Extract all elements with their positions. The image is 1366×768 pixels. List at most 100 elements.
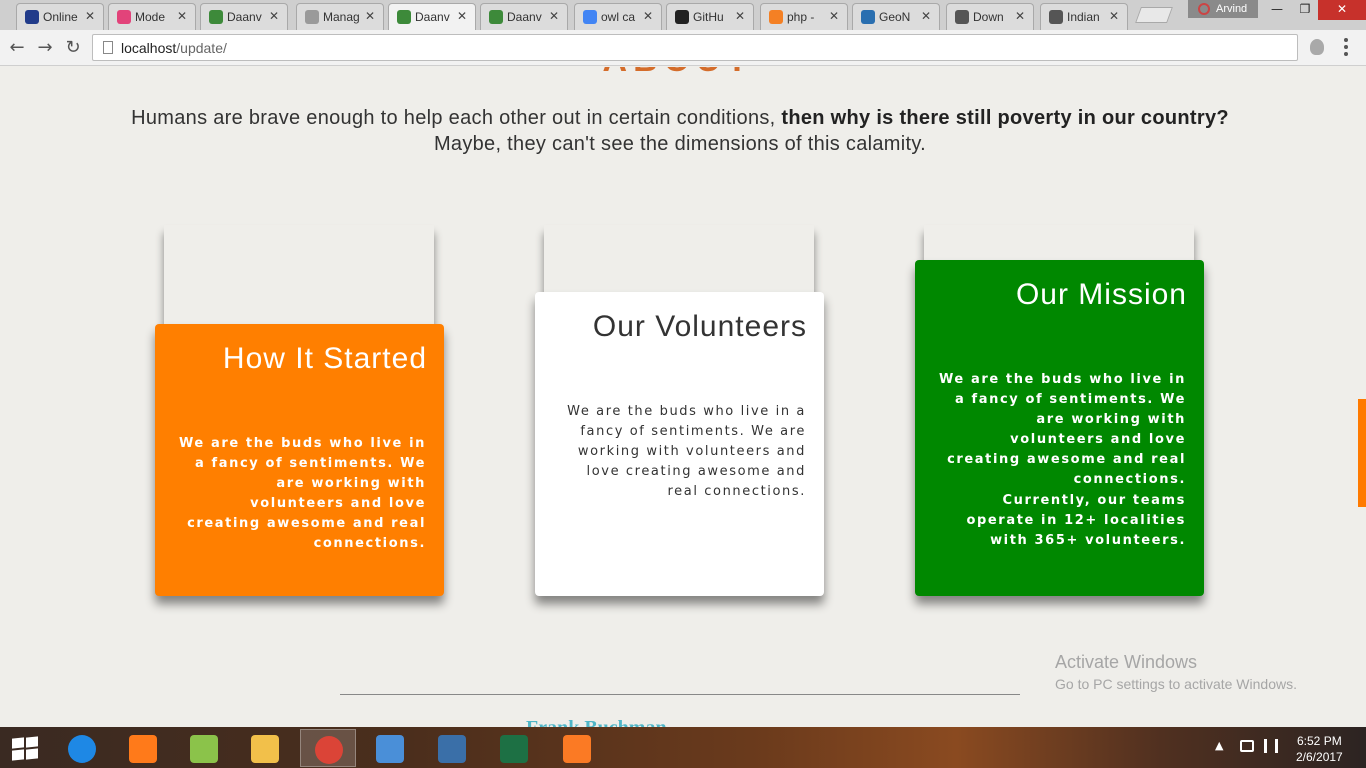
chrome-icon xyxy=(315,736,343,764)
tab-close-icon[interactable]: ✕ xyxy=(269,9,279,23)
card-body-extra: Currently, our teams operate in 12+ loca… xyxy=(966,493,1186,548)
minimize-button[interactable]: — xyxy=(1262,0,1292,20)
card-body: We are the buds who live in a fancy of s… xyxy=(567,404,806,499)
taskbar-item[interactable] xyxy=(176,729,232,767)
tab-title: Daanv xyxy=(227,10,262,24)
tab-close-icon[interactable]: ✕ xyxy=(1109,9,1119,23)
scrollbar-thumb[interactable] xyxy=(1358,399,1366,507)
tab-favicon-icon xyxy=(25,10,39,24)
card-back-panel xyxy=(164,225,434,325)
taskbar-item[interactable] xyxy=(486,729,542,767)
taskbar-item[interactable] xyxy=(115,729,171,767)
back-button[interactable]: ← xyxy=(6,37,28,59)
tab-close-icon[interactable]: ✕ xyxy=(365,9,375,23)
tab-title: GitHu xyxy=(693,10,724,24)
tab-title: Manag xyxy=(323,10,360,24)
ie-icon xyxy=(68,735,96,763)
tab-close-icon[interactable]: ✕ xyxy=(549,9,559,23)
address-bar[interactable]: localhost/update/ xyxy=(92,34,1298,61)
close-window-button[interactable]: ✕ xyxy=(1318,0,1366,20)
url-host: localhost xyxy=(121,40,177,56)
section-divider xyxy=(340,694,1020,695)
reload-button[interactable]: ↻ xyxy=(62,37,84,59)
taskbar-item[interactable] xyxy=(237,729,293,767)
browser-tab[interactable]: Indian ✕ xyxy=(1040,3,1128,30)
card-back-panel xyxy=(544,225,814,293)
browser-tab[interactable]: Down ✕ xyxy=(946,3,1034,30)
browser-toolbar: ← → ↻ localhost/update/ xyxy=(0,30,1366,66)
taskbar-item[interactable] xyxy=(549,729,605,767)
tab-favicon-icon xyxy=(955,10,969,24)
tab-title: Indian xyxy=(1067,10,1100,24)
tab-close-icon[interactable]: ✕ xyxy=(85,9,95,23)
tab-close-icon[interactable]: ✕ xyxy=(1015,9,1025,23)
testimonial-name: Frank Buchman xyxy=(526,717,667,727)
taskbar-item[interactable] xyxy=(300,729,356,767)
browser-tab[interactable]: GitHu ✕ xyxy=(666,3,754,30)
activate-subtitle: Go to PC settings to activate Windows. xyxy=(1055,676,1297,692)
browser-tab[interactable]: Daanv ✕ xyxy=(480,3,568,30)
card-body: We are the buds who live in a fancy of s… xyxy=(938,372,1186,487)
browser-tab[interactable]: GeoN ✕ xyxy=(852,3,940,30)
tab-close-icon[interactable]: ✕ xyxy=(643,9,653,23)
file-explorer-icon xyxy=(251,735,279,763)
tab-title: Daanv xyxy=(507,10,542,24)
page-scrollbar[interactable] xyxy=(1356,67,1366,727)
tab-favicon-icon xyxy=(209,10,223,24)
tab-title: owl ca xyxy=(601,10,636,24)
start-button-icon[interactable] xyxy=(12,736,38,761)
tab-close-icon[interactable]: ✕ xyxy=(735,9,745,23)
tab-close-icon[interactable]: ✕ xyxy=(177,9,187,23)
profile-badge[interactable]: Arvind xyxy=(1188,0,1258,18)
tray-expand-icon[interactable]: ▲ xyxy=(1215,739,1223,752)
maximize-button[interactable]: ❐ xyxy=(1292,0,1318,20)
tab-close-icon[interactable]: ✕ xyxy=(457,9,467,23)
browser-tab[interactable]: php - ✕ xyxy=(760,3,848,30)
tab-favicon-icon xyxy=(1049,10,1063,24)
xampp-icon xyxy=(563,735,591,763)
tab-favicon-icon xyxy=(675,10,689,24)
excel-icon xyxy=(500,735,528,763)
card-body: We are the buds who live in a fancy of s… xyxy=(178,436,426,551)
browser-tab[interactable]: Online ✕ xyxy=(16,3,104,30)
browser-tab[interactable]: Daanv ✕ xyxy=(388,3,476,30)
tab-title: Online xyxy=(43,10,78,24)
tab-title: Daanv xyxy=(415,10,450,24)
tab-title: php - xyxy=(787,10,815,24)
tab-close-icon[interactable]: ✕ xyxy=(829,9,839,23)
page-viewport: ABOUT Humans are brave enough to help ea… xyxy=(0,67,1356,727)
new-tab-button[interactable] xyxy=(1135,7,1173,23)
network-icon[interactable] xyxy=(1240,740,1254,752)
volume-icon[interactable] xyxy=(1264,739,1278,753)
browser-tab[interactable]: Mode ✕ xyxy=(108,3,196,30)
taskbar-item[interactable] xyxy=(424,729,480,767)
forward-button[interactable]: → xyxy=(34,37,56,59)
taskbar-item[interactable] xyxy=(362,729,418,767)
tab-favicon-icon xyxy=(861,10,875,24)
card-back-panel xyxy=(924,225,1194,261)
tab-favicon-icon xyxy=(489,10,503,24)
extension-icon[interactable] xyxy=(1310,39,1324,55)
card-our-mission: Our Mission We are the buds who live in … xyxy=(915,260,1204,596)
system-clock[interactable]: 6:52 PM 2/6/2017 xyxy=(1296,733,1343,765)
intro-bold: then why is there still poverty in our c… xyxy=(781,107,1229,129)
activate-title: Activate Windows xyxy=(1055,652,1198,672)
card-title: Our Volunteers xyxy=(592,310,807,343)
clock-time: 6:52 PM xyxy=(1297,734,1342,748)
windows-taskbar: ▲ 6:52 PM 2/6/2017 xyxy=(0,727,1366,768)
tab-favicon-icon xyxy=(397,10,411,24)
taskbar-item[interactable] xyxy=(54,729,110,767)
browser-menu-icon[interactable] xyxy=(1344,38,1348,56)
tab-close-icon[interactable]: ✕ xyxy=(921,9,931,23)
browser-tab[interactable]: Manag ✕ xyxy=(296,3,384,30)
tab-favicon-icon xyxy=(305,10,319,24)
wifi-tool-icon xyxy=(438,735,466,763)
uc-browser-icon xyxy=(129,735,157,763)
tab-strip: Online ✕ Mode ✕ Daanv ✕ Manag ✕ Daanv ✕ Daanv ✕ owl … xyxy=(0,0,1366,30)
browser-tab[interactable]: Daanv ✕ xyxy=(200,3,288,30)
tab-title: Mode xyxy=(135,10,166,24)
profile-name: Arvind xyxy=(1216,3,1248,15)
card-title: Our Mission xyxy=(1015,278,1187,311)
tab-title: GeoN xyxy=(879,10,911,24)
browser-tab[interactable]: owl ca ✕ xyxy=(574,3,662,30)
